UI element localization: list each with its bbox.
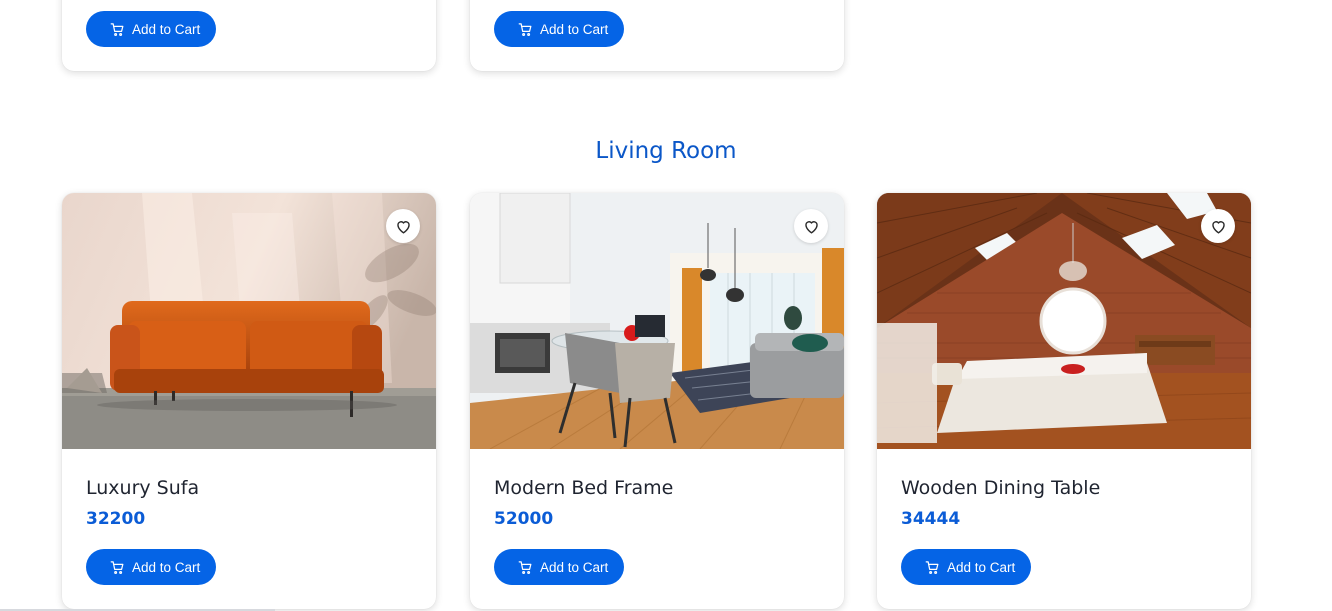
product-card-top-2: Add to Cart [470,0,844,71]
attic-bedroom-photo [877,193,1251,449]
product-card[interactable]: Wooden Dining Table 34444 Add to Cart [877,193,1251,609]
product-name[interactable]: Luxury Sufa [86,477,199,499]
heart-outline-icon [1211,220,1225,234]
add-to-cart-button[interactable]: Add to Cart [494,549,625,585]
add-to-cart-label: Add to Cart [947,559,1016,575]
section-title: Living Room [595,138,737,164]
product-price: 34444 [901,509,961,529]
product-image-attic[interactable] [877,193,1251,449]
cart-icon [518,560,532,574]
favorite-button[interactable] [794,209,828,243]
heart-outline-icon [804,220,818,234]
heart-outline-icon [396,220,410,234]
product-card-top-1: Add to Cart [62,0,436,71]
product-page: Add to Cart Add to Cart Living Room Luxu… [0,0,1332,611]
product-image-sofa[interactable] [62,193,436,449]
favorite-button[interactable] [386,209,420,243]
favorite-button[interactable] [1201,209,1235,243]
product-image-living-room[interactable] [470,193,844,449]
living-room-photo [470,193,844,449]
product-card[interactable]: Luxury Sufa 32200 Add to Cart [62,193,436,609]
add-to-cart-button[interactable]: Add to Cart [86,549,217,585]
product-name[interactable]: Wooden Dining Table [901,477,1100,499]
add-to-cart-button[interactable]: Add to Cart [86,11,217,47]
add-to-cart-label: Add to Cart [132,21,201,37]
add-to-cart-button[interactable]: Add to Cart [901,549,1032,585]
product-card[interactable]: Modern Bed Frame 52000 Add to Cart [470,193,844,609]
add-to-cart-label: Add to Cart [540,21,609,37]
add-to-cart-button[interactable]: Add to Cart [494,11,625,47]
product-name[interactable]: Modern Bed Frame [494,477,673,499]
cart-icon [110,560,124,574]
product-price: 52000 [494,509,554,529]
add-to-cart-label: Add to Cart [540,559,609,575]
cart-icon [110,22,124,36]
product-price: 32200 [86,509,146,529]
sofa-photo [62,193,436,449]
cart-icon [518,22,532,36]
cart-icon [925,560,939,574]
add-to-cart-label: Add to Cart [132,559,201,575]
